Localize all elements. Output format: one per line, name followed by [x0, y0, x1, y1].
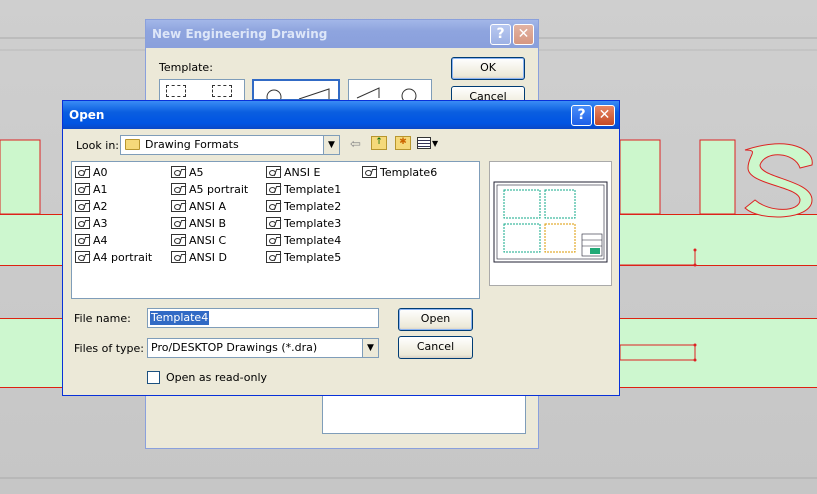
file-item[interactable]: A4 portrait — [75, 250, 152, 265]
template-thumb-3-icon — [356, 87, 417, 100]
back-icon[interactable]: ⇦ — [350, 137, 361, 152]
new-folder-icon[interactable]: ✱ — [395, 136, 411, 150]
file-item[interactable]: A4 — [75, 233, 108, 248]
preview-pane — [489, 161, 612, 286]
file-item[interactable]: A0 — [75, 165, 108, 180]
template-label: Template: — [159, 61, 213, 74]
up-folder-icon[interactable]: ↑ — [371, 136, 387, 150]
file-item-label: Template2 — [284, 200, 342, 213]
folder-icon — [125, 139, 140, 150]
file-name-input[interactable]: Template4 — [147, 308, 379, 328]
drawing-file-icon — [75, 217, 90, 229]
file-item[interactable]: Template3 — [266, 216, 341, 231]
drawing-preview — [493, 181, 608, 263]
file-item-label: A0 — [93, 166, 108, 179]
drawing-file-icon — [171, 234, 186, 246]
look-in-dropdown-icon[interactable]: ▼ — [323, 136, 339, 154]
ned-title: New Engineering Drawing — [152, 27, 328, 41]
read-only-checkbox[interactable] — [147, 371, 160, 384]
file-item-label: Template4 — [284, 234, 342, 247]
file-item[interactable]: ANSI A — [171, 199, 226, 214]
files-of-type-select[interactable]: Pro/DESKTOP Drawings (*.dra) ▼ — [147, 338, 379, 358]
file-item-label: A1 — [93, 183, 108, 196]
file-item-label: A5 — [189, 166, 204, 179]
open-title: Open — [69, 108, 105, 122]
drawing-file-icon — [171, 183, 186, 195]
template-thumb-1[interactable] — [159, 79, 245, 101]
open-button[interactable]: Open — [398, 308, 473, 331]
file-item[interactable]: Template2 — [266, 199, 341, 214]
drawing-file-icon — [75, 251, 90, 263]
file-item-label: ANSI A — [189, 200, 227, 213]
file-item-label: ANSI C — [189, 234, 227, 247]
drawing-file-icon — [75, 183, 90, 195]
files-of-type-value: Pro/DESKTOP Drawings (*.dra) — [151, 341, 318, 354]
file-item-label: ANSI D — [189, 251, 227, 264]
view-menu-icon[interactable] — [417, 137, 431, 149]
ned-titlebar[interactable]: New Engineering Drawing — [146, 20, 538, 48]
file-item[interactable]: A5 — [171, 165, 204, 180]
open-close-icon[interactable]: ✕ — [594, 105, 615, 126]
ned-help-icon[interactable]: ? — [490, 24, 511, 45]
drawing-file-icon — [266, 217, 281, 229]
file-item-label: ANSI E — [284, 166, 321, 179]
drawing-file-icon — [75, 166, 90, 178]
file-item-label: A2 — [93, 200, 108, 213]
drawing-file-icon — [171, 251, 186, 263]
ned-ok-button[interactable]: OK — [451, 57, 525, 80]
template-thumb-2-icon — [266, 88, 330, 99]
drawing-file-icon — [75, 234, 90, 246]
files-of-type-label: Files of type: — [74, 342, 145, 355]
ned-preview-box — [322, 392, 526, 434]
file-item-label: Template5 — [284, 251, 342, 264]
drawing-file-icon — [171, 217, 186, 229]
file-item-label: A5 portrait — [189, 183, 249, 196]
drawing-file-icon — [266, 200, 281, 212]
file-item[interactable]: ANSI C — [171, 233, 226, 248]
drawing-file-icon — [362, 166, 377, 178]
look-in-select[interactable]: Drawing Formats ▼ — [120, 135, 340, 155]
file-item[interactable]: A5 portrait — [171, 182, 248, 197]
drawing-file-icon — [266, 166, 281, 178]
file-name-value: Template4 — [150, 311, 210, 325]
file-item-label: Template6 — [380, 166, 438, 179]
drawing-file-icon — [171, 166, 186, 178]
cancel-button[interactable]: Cancel — [398, 336, 473, 359]
drawing-file-icon — [171, 200, 186, 212]
template-thumb-2[interactable] — [252, 79, 340, 101]
file-item[interactable]: Template6 — [362, 165, 437, 180]
file-item[interactable]: A3 — [75, 216, 108, 231]
open-dialog: Open ? ✕ Look in: Drawing Formats ▼ ⇦ ↑ … — [62, 100, 620, 396]
file-item[interactable]: Template4 — [266, 233, 341, 248]
file-item[interactable]: Template5 — [266, 250, 341, 265]
drawing-file-icon — [266, 183, 281, 195]
drawing-file-icon — [266, 251, 281, 263]
file-item-label: Template1 — [284, 183, 342, 196]
file-item[interactable]: Template1 — [266, 182, 341, 197]
files-of-type-dropdown-icon[interactable]: ▼ — [362, 339, 378, 357]
file-item-label: A4 portrait — [93, 251, 153, 264]
open-help-icon[interactable]: ? — [571, 105, 592, 126]
view-menu-dropdown-icon[interactable]: ▼ — [432, 139, 438, 148]
drawing-file-icon — [75, 200, 90, 212]
file-item-label: A4 — [93, 234, 108, 247]
drawing-file-icon — [266, 234, 281, 246]
file-item[interactable]: ANSI B — [171, 216, 226, 231]
file-item[interactable]: ANSI D — [171, 250, 227, 265]
template-thumb-3[interactable] — [348, 79, 432, 101]
file-item-label: Template3 — [284, 217, 342, 230]
look-in-label: Look in: — [76, 139, 119, 152]
file-item[interactable]: ANSI E — [266, 165, 320, 180]
file-item[interactable]: A1 — [75, 182, 108, 197]
file-item-label: A3 — [93, 217, 108, 230]
look-in-value: Drawing Formats — [145, 138, 239, 151]
file-list[interactable]: A0 A1 A2 A3 A4 A4 portrait A5 A5 portrait ANSI A… — [71, 161, 480, 299]
read-only-label[interactable]: Open as read-only — [166, 371, 267, 384]
open-titlebar[interactable]: Open — [63, 101, 619, 129]
ned-close-icon[interactable]: ✕ — [513, 24, 534, 45]
file-name-label: File name: — [74, 312, 131, 325]
file-item[interactable]: A2 — [75, 199, 108, 214]
file-item-label: ANSI B — [189, 217, 227, 230]
